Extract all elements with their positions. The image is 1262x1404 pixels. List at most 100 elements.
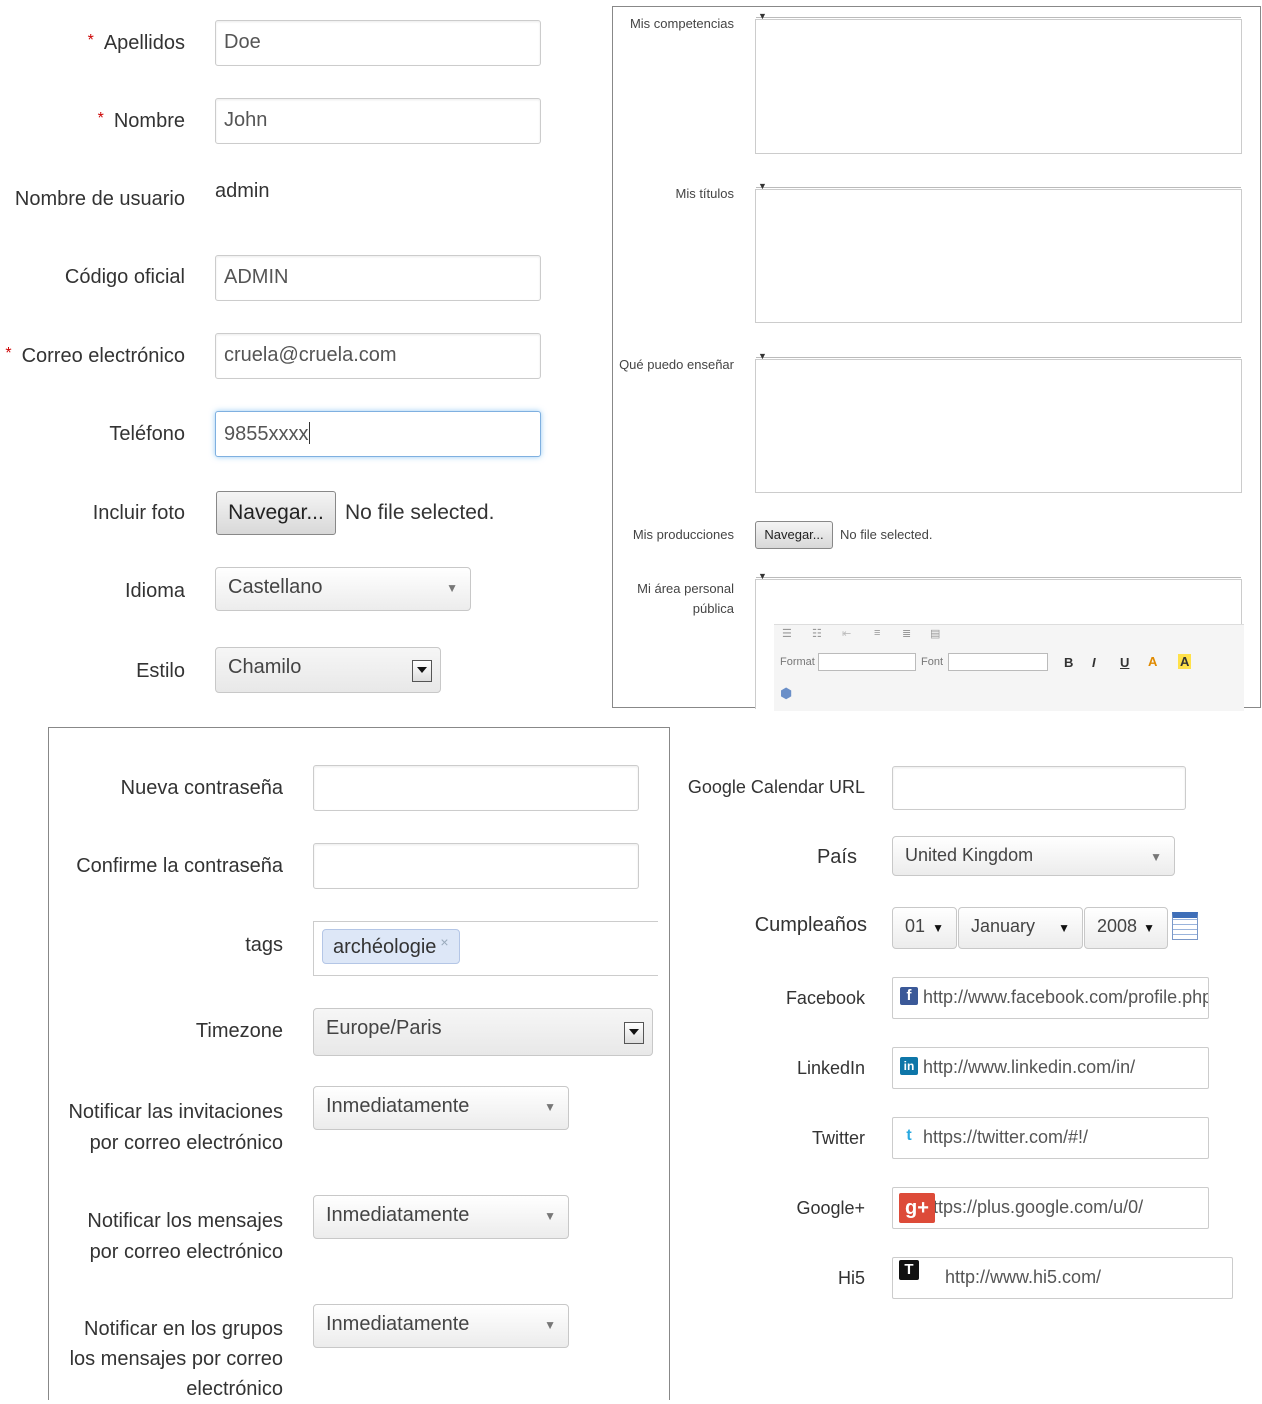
chevron-down-icon: [412, 660, 432, 682]
twitter-input[interactable]: t https://twitter.com/#!/: [892, 1117, 1209, 1159]
ensenar-editor[interactable]: ▼: [755, 351, 1242, 493]
calendar-picker-icon[interactable]: [1172, 912, 1198, 940]
select-value: Inmediatamente: [326, 1313, 470, 1335]
confirme-contrasena-label: Confirme la contraseña: [76, 855, 283, 877]
twitter-icon: t: [906, 1127, 912, 1144]
pais-select[interactable]: United Kingdom ▼: [892, 836, 1175, 876]
caret-down-icon: ▼: [758, 181, 767, 191]
chevron-down-icon: ▼: [932, 921, 944, 935]
correo-input[interactable]: cruela@cruela.com: [215, 333, 541, 379]
notif-mensajes-label: Notificar los mensajes por correo electró…: [87, 1206, 283, 1268]
calendar-input[interactable]: [892, 766, 1186, 810]
tag-chip[interactable]: archéologie ×: [322, 929, 460, 964]
format-dropdown[interactable]: [818, 653, 916, 671]
estilo-value: Chamilo: [228, 656, 302, 678]
producciones-browse-button[interactable]: Navegar...: [755, 521, 833, 549]
codigo-label: Código oficial: [64, 266, 185, 288]
image-icon[interactable]: ⬢: [780, 685, 792, 702]
notif-grupos-label: Notificar en los grupos los mensajes por …: [70, 1314, 283, 1404]
numbered-list-icon[interactable]: ☷: [812, 627, 822, 640]
codigo-input[interactable]: ADMIN: [215, 255, 541, 301]
caret-down-icon: ▼: [758, 351, 767, 361]
googleplus-input[interactable]: g+ https://plus.google.com/u/0/: [892, 1187, 1209, 1229]
notif-mensajes-select[interactable]: Inmediatamente ▼: [313, 1195, 569, 1239]
font-label: Font: [921, 656, 944, 668]
nombre-input[interactable]: John: [215, 98, 541, 144]
timezone-value: Europe/Paris: [326, 1017, 442, 1039]
foto-browse-button[interactable]: Navegar...: [216, 491, 336, 535]
nueva-contrasena-input[interactable]: [313, 765, 639, 811]
select-value: Inmediatamente: [326, 1095, 470, 1117]
label-line: Notificar en los grupos: [84, 1318, 283, 1340]
competencias-label: Mis competencias: [629, 16, 734, 31]
usuario-value: admin: [215, 180, 270, 202]
twitter-label: Twitter: [811, 1128, 865, 1148]
tags-label: tags: [245, 934, 283, 956]
googleplus-value: https://plus.google.com/u/0/: [923, 1197, 1144, 1217]
chevron-down-icon: ▼: [544, 1209, 556, 1223]
chevron-down-icon: ▼: [544, 1318, 556, 1332]
notif-grupos-select[interactable]: Inmediatamente ▼: [313, 1304, 569, 1348]
label-line: por correo electrónico: [89, 1132, 283, 1154]
outdent-icon[interactable]: ⇤: [842, 627, 851, 640]
telefono-input[interactable]: 9855xxxx: [215, 411, 541, 457]
pais-label: País: [816, 846, 857, 868]
facebook-input[interactable]: f http://www.facebook.com/profile.php: [892, 977, 1209, 1019]
bulleted-list-icon[interactable]: ☰: [782, 627, 792, 640]
facebook-label: Facebook: [785, 988, 865, 1008]
align-justify-icon[interactable]: ▤: [930, 627, 940, 640]
titulos-editor[interactable]: ▼: [755, 181, 1242, 323]
birthday-year-select[interactable]: 2008 ▼: [1084, 907, 1168, 949]
apellidos-label: * Apellidos: [88, 32, 185, 55]
competencias-editor[interactable]: ▼: [755, 11, 1242, 154]
linkedin-value: http://www.linkedin.com/in/: [923, 1057, 1136, 1077]
apellidos-label-text: Apellidos: [103, 32, 185, 54]
ensenar-label: Qué puedo enseñar: [619, 357, 734, 372]
tags-input[interactable]: archéologie ×: [313, 921, 658, 976]
linkedin-label: LinkedIn: [796, 1058, 865, 1078]
align-left-icon[interactable]: ≡: [874, 627, 880, 639]
background-color-button[interactable]: A: [1178, 654, 1192, 669]
italic-button[interactable]: I: [1092, 655, 1096, 670]
googleplus-icon: g+: [899, 1193, 935, 1223]
apellidos-input[interactable]: Doe: [215, 20, 541, 66]
required-marker: *: [87, 32, 94, 49]
remove-tag-icon[interactable]: ×: [440, 934, 448, 950]
bold-button[interactable]: B: [1064, 655, 1073, 670]
birthday-month-select[interactable]: January ▼: [958, 907, 1083, 949]
editor-toolbar-collapse: [756, 187, 1241, 191]
hi5-input[interactable]: Thttp://www.hi5.com/: [892, 1257, 1233, 1299]
area-personal-editor[interactable]: ▼ ☰ ☷ ⇤ ≡ ≣ ▤ Format Font B I U A A ⬢: [755, 571, 1244, 711]
chevron-down-icon: ▼: [544, 1100, 556, 1114]
editor-toolbar: ☰ ☷ ⇤ ≡ ≣ ▤ Format Font B I U A A ⬢: [774, 624, 1244, 711]
linkedin-input[interactable]: in http://www.linkedin.com/in/: [892, 1047, 1209, 1089]
font-color-button[interactable]: A: [1148, 654, 1157, 669]
select-value: Inmediatamente: [326, 1204, 470, 1226]
caret-down-icon: ▼: [758, 571, 767, 581]
idioma-select[interactable]: Castellano ▼: [215, 567, 471, 611]
align-center-icon[interactable]: ≣: [902, 627, 911, 640]
confirme-contrasena-input[interactable]: [313, 843, 639, 889]
nombre-label-text: Nombre: [113, 110, 185, 132]
birthday-day-select[interactable]: 01 ▼: [892, 907, 957, 949]
label-line: Notificar las invitaciones: [68, 1101, 283, 1123]
label-line: los mensajes por correo: [69, 1348, 283, 1370]
extended-profile-panel: Mis competencias ▼ Mis títulos ▼ Qué pue…: [612, 6, 1261, 711]
chevron-down-icon: ▼: [446, 581, 458, 595]
hi5-label: Hi5: [837, 1268, 865, 1288]
producciones-status: No file selected.: [840, 527, 933, 542]
font-dropdown[interactable]: [948, 653, 1048, 671]
producciones-label: Mis producciones: [632, 527, 734, 542]
timezone-select[interactable]: Europe/Paris: [313, 1008, 653, 1056]
estilo-label: Estilo: [136, 660, 185, 682]
calendar-label: Google Calendar URL: [687, 777, 865, 797]
pais-value: United Kingdom: [905, 845, 1034, 865]
tag-text: archéologie: [333, 936, 437, 958]
estilo-select[interactable]: Chamilo: [215, 647, 441, 693]
label-line: Notificar los mensajes: [87, 1210, 283, 1232]
underline-button[interactable]: U: [1120, 655, 1129, 670]
day-value: 01: [905, 916, 926, 936]
timezone-label: Timezone: [195, 1020, 283, 1042]
notif-invitaciones-select[interactable]: Inmediatamente ▼: [313, 1086, 569, 1130]
text-caret: [308, 422, 310, 444]
